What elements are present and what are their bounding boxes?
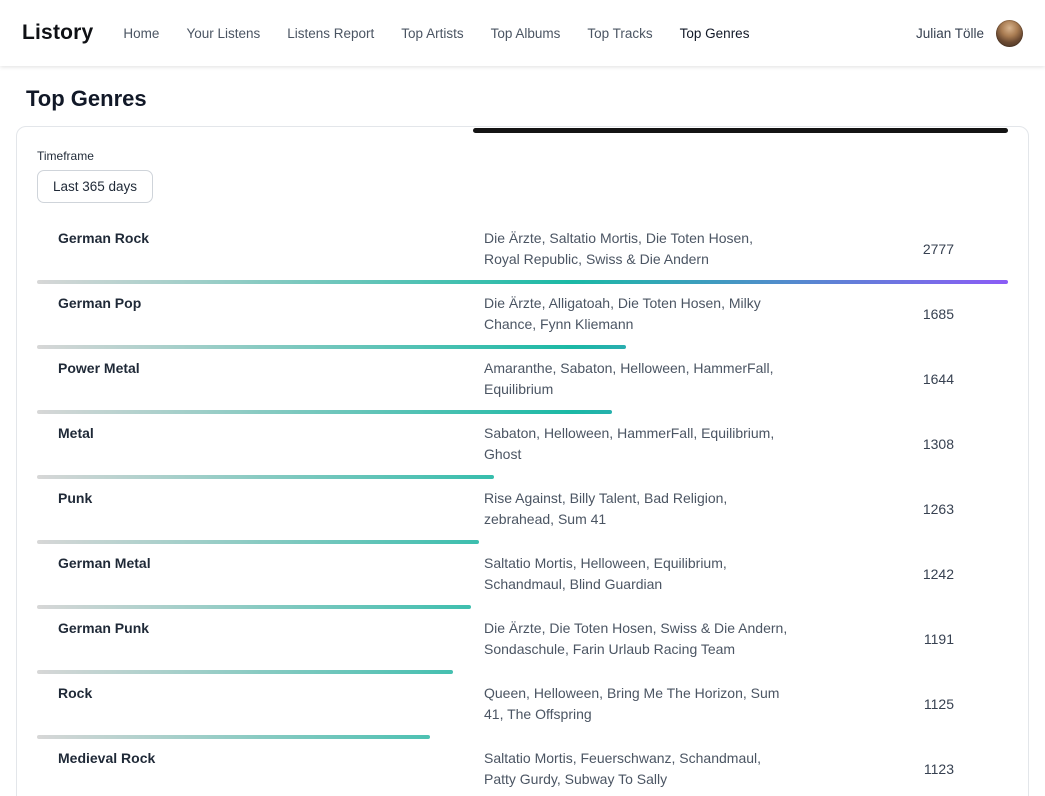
nav-item-your-listens[interactable]: Your Listens (186, 26, 260, 41)
genre-artists: Die Ärzte, Alligatoah, Die Toten Hosen, … (484, 293, 802, 335)
main-content: Top Genres Timeframe Last 365 days Germa… (0, 86, 1045, 796)
genre-row[interactable]: German Metal Saltatio Mortis, Helloween,… (37, 544, 1008, 609)
genre-table: German Rock Die Ärzte, Saltatio Mortis, … (37, 219, 1008, 796)
genre-count: 1125 (802, 696, 1008, 712)
genre-count: 1685 (802, 306, 1008, 322)
genre-artists: Die Ärzte, Die Toten Hosen, Swiss & Die … (484, 618, 802, 660)
nav-item-home[interactable]: Home (123, 26, 159, 41)
genre-row[interactable]: German Rock Die Ärzte, Saltatio Mortis, … (37, 219, 1008, 284)
genres-card: Timeframe Last 365 days German Rock Die … (16, 126, 1029, 796)
timeframe-select[interactable]: Last 365 days (37, 170, 153, 203)
nav-item-top-albums[interactable]: Top Albums (491, 26, 561, 41)
horizontal-scrollbar-thumb[interactable] (473, 128, 1008, 133)
nav-item-top-genres[interactable]: Top Genres (680, 26, 750, 41)
genre-artists: Sabaton, Helloween, HammerFall, Equilibr… (484, 423, 802, 465)
genre-artists: Queen, Helloween, Bring Me The Horizon, … (484, 683, 802, 725)
user-name: Julian Tölle (916, 26, 984, 41)
genre-name: Rock (37, 683, 484, 725)
nav-links: Home Your Listens Listens Report Top Art… (123, 26, 749, 41)
genre-name: German Metal (37, 553, 484, 595)
genre-count: 1191 (802, 631, 1008, 647)
genre-count: 1123 (802, 761, 1008, 777)
genre-row[interactable]: Metal Sabaton, Helloween, HammerFall, Eq… (37, 414, 1008, 479)
nav-item-listens-report[interactable]: Listens Report (287, 26, 374, 41)
genre-artists: Die Ärzte, Saltatio Mortis, Die Toten Ho… (484, 228, 802, 270)
timeframe-label: Timeframe (37, 149, 1008, 163)
genre-name: Power Metal (37, 358, 484, 400)
timeframe-control: Timeframe Last 365 days (37, 149, 1008, 203)
genre-count: 1263 (802, 501, 1008, 517)
genre-artists: Rise Against, Billy Talent, Bad Religion… (484, 488, 802, 530)
genre-name: German Pop (37, 293, 484, 335)
user-avatar[interactable] (996, 20, 1023, 47)
genre-name: Punk (37, 488, 484, 530)
brand-logo[interactable]: Listory (22, 21, 93, 45)
genre-row[interactable]: Rock Queen, Helloween, Bring Me The Hori… (37, 674, 1008, 739)
genre-name: German Punk (37, 618, 484, 660)
genre-name: Metal (37, 423, 484, 465)
genre-name: Medieval Rock (37, 748, 484, 790)
genre-count: 1242 (802, 566, 1008, 582)
genre-artists: Amaranthe, Sabaton, Helloween, HammerFal… (484, 358, 802, 400)
genre-row[interactable]: Power Metal Amaranthe, Sabaton, Hellowee… (37, 349, 1008, 414)
genre-name: German Rock (37, 228, 484, 270)
nav-item-top-tracks[interactable]: Top Tracks (587, 26, 652, 41)
genre-artists: Saltatio Mortis, Feuerschwanz, Schandmau… (484, 748, 802, 790)
navbar: Listory Home Your Listens Listens Report… (0, 0, 1045, 66)
genre-row[interactable]: German Punk Die Ärzte, Die Toten Hosen, … (37, 609, 1008, 674)
genre-row[interactable]: Punk Rise Against, Billy Talent, Bad Rel… (37, 479, 1008, 544)
genre-count: 1644 (802, 371, 1008, 387)
genre-count: 1308 (802, 436, 1008, 452)
genre-row[interactable]: German Pop Die Ärzte, Alligatoah, Die To… (37, 284, 1008, 349)
nav-user-area: Julian Tölle (916, 20, 1023, 47)
genre-row[interactable]: Medieval Rock Saltatio Mortis, Feuerschw… (37, 739, 1008, 796)
genre-artists: Saltatio Mortis, Helloween, Equilibrium,… (484, 553, 802, 595)
page-title: Top Genres (26, 86, 1045, 112)
genre-count: 2777 (802, 241, 1008, 257)
nav-item-top-artists[interactable]: Top Artists (401, 26, 463, 41)
